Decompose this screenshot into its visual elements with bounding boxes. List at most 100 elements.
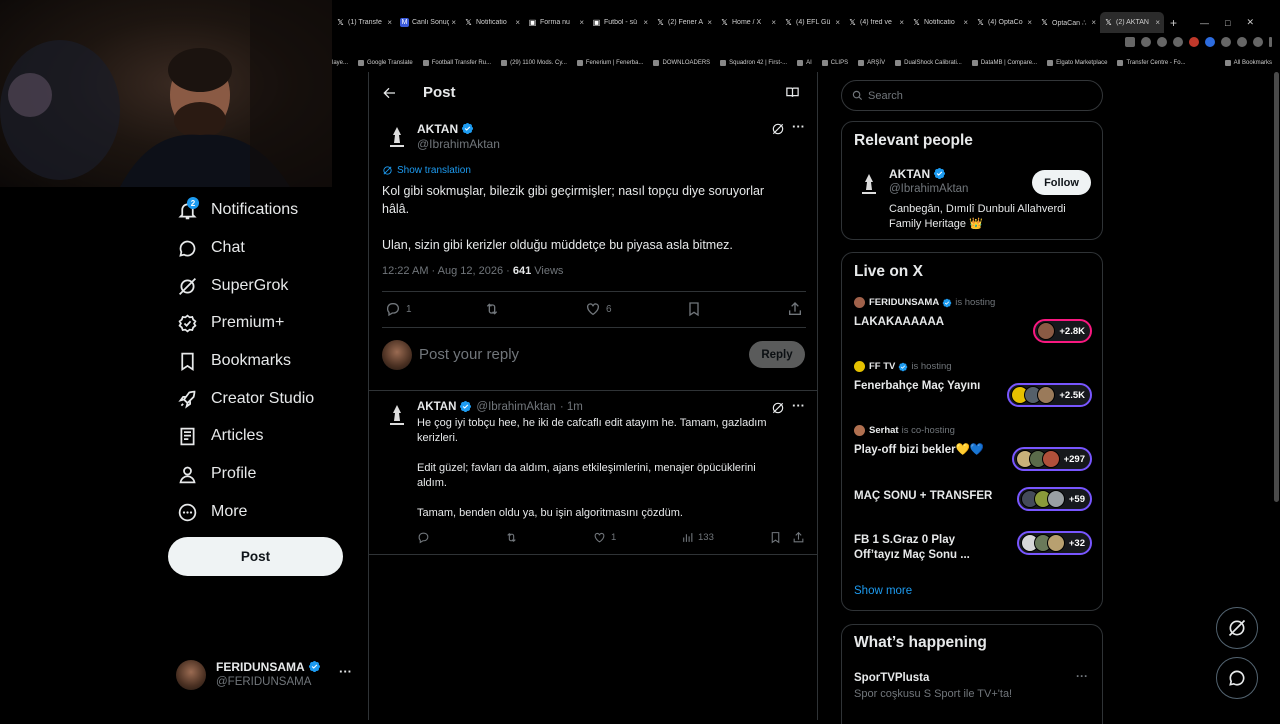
close-tab-icon[interactable]: × bbox=[1091, 18, 1096, 27]
reply-bookmark-action[interactable] bbox=[769, 531, 782, 544]
nav-item-articles[interactable]: Articles bbox=[176, 421, 263, 451]
reply-more-icon[interactable]: ··· bbox=[792, 398, 805, 413]
live-item[interactable]: FERIDUNSAMA is hosting LAKAKAAAAAA +2.8K bbox=[854, 297, 1092, 343]
live-listeners-pill[interactable]: +2.8K bbox=[1033, 319, 1092, 343]
nav-item-more[interactable]: More bbox=[176, 497, 247, 527]
reply-author-handle[interactable]: @IbrahimAktan bbox=[476, 401, 555, 413]
bookmark-item[interactable]: Fenerium | Fenerba... bbox=[576, 60, 643, 66]
reply-reply-action[interactable] bbox=[417, 531, 430, 544]
nav-item-premium[interactable]: Premium+ bbox=[176, 308, 284, 338]
close-tab-icon[interactable]: × bbox=[387, 18, 392, 27]
live-item[interactable]: FF TV is hosting Fenerbahçe Maç Yayını +2.5… bbox=[854, 361, 1092, 407]
live-item[interactable]: Serhat is co-hosting Play-off bizi bekler💛… bbox=[854, 425, 1092, 471]
live-item[interactable]: FB 1 S.Graz 0 Play Off’tayız Maç Sonu ...… bbox=[854, 531, 1092, 573]
new-tab-button[interactable]: + bbox=[1170, 16, 1177, 30]
bookmark-item[interactable]: All Bookmarks bbox=[1224, 60, 1280, 66]
bookmark-item[interactable]: Elgato Marketplace bbox=[1047, 60, 1107, 66]
post-more-icon[interactable]: ··· bbox=[792, 119, 805, 134]
grok-fab-button[interactable] bbox=[1216, 607, 1258, 649]
reply-views-action[interactable]: 133 bbox=[681, 531, 714, 544]
browser-tab[interactable]: M Canlı Sonuç × bbox=[396, 12, 460, 33]
reply-share-action[interactable] bbox=[792, 531, 805, 544]
bookmark-item[interactable]: laye... bbox=[332, 60, 348, 66]
zoom-icon[interactable] bbox=[1141, 37, 1151, 47]
browser-tab[interactable]: 𝕏 (4) EFL Gü × bbox=[780, 12, 844, 33]
post-author-avatar[interactable] bbox=[382, 122, 412, 152]
nav-item-bookmarks[interactable]: Bookmarks bbox=[176, 346, 291, 376]
bookmark-item[interactable]: Transfer Centre - Fo... bbox=[1117, 60, 1186, 66]
reply-input[interactable]: Post your reply bbox=[419, 346, 519, 363]
bookmark-item[interactable]: AI bbox=[797, 60, 812, 66]
reply-time[interactable]: · 1m bbox=[560, 401, 583, 413]
messages-fab-button[interactable] bbox=[1216, 657, 1258, 699]
nav-item-creator-studio[interactable]: Creator Studio bbox=[176, 384, 314, 414]
reply-author-name[interactable]: AKTAN bbox=[417, 401, 456, 413]
browser-tab[interactable]: 𝕏 (2) Fener A × bbox=[652, 12, 716, 33]
follow-button[interactable]: Follow bbox=[1032, 170, 1091, 195]
search-input[interactable]: Search bbox=[841, 80, 1103, 111]
repost-action[interactable] bbox=[484, 301, 500, 317]
reply-like-action[interactable]: 1 bbox=[593, 531, 616, 544]
close-window-button[interactable]: ✕ bbox=[1246, 17, 1254, 28]
extension-icon[interactable] bbox=[1125, 37, 1135, 47]
close-tab-icon[interactable]: × bbox=[1155, 18, 1160, 27]
menu-icon[interactable] bbox=[1269, 37, 1272, 47]
back-arrow-icon[interactable] bbox=[381, 85, 397, 101]
post-button[interactable]: Post bbox=[168, 537, 343, 576]
browser-tab[interactable]: 𝕏 Notificatio × bbox=[908, 12, 972, 33]
live-listeners-pill[interactable]: +297 bbox=[1011, 447, 1092, 471]
reader-mode-icon[interactable] bbox=[785, 85, 800, 100]
browser-tab[interactable]: 𝕏 (4) OptaCo × bbox=[972, 12, 1036, 33]
minimize-window-button[interactable]: — bbox=[1200, 18, 1209, 28]
browser-tab[interactable]: 𝕏 Home / X × bbox=[716, 12, 780, 33]
share-icon[interactable] bbox=[1157, 37, 1167, 47]
browser-tab[interactable]: 𝕏 OptaCan ∴ × bbox=[1036, 12, 1100, 33]
bookmark-item[interactable]: CLIPS bbox=[821, 60, 848, 66]
close-tab-icon[interactable]: × bbox=[963, 18, 968, 27]
page-scrollbar[interactable] bbox=[1274, 72, 1279, 502]
close-tab-icon[interactable]: × bbox=[1027, 18, 1032, 27]
puzzle-icon[interactable] bbox=[1253, 37, 1263, 47]
extension-icon[interactable] bbox=[1189, 37, 1199, 47]
bookmark-item[interactable]: DOWNLOADERS bbox=[653, 60, 710, 66]
bookmark-item[interactable]: (29) 1100 Mods. Cy... bbox=[501, 60, 567, 66]
bookmark-item[interactable]: DataMB | Compare... bbox=[971, 60, 1037, 66]
account-menu-icon[interactable]: ··· bbox=[339, 664, 352, 679]
trend-more-icon[interactable]: ··· bbox=[1076, 669, 1088, 683]
show-more-link[interactable]: Show more bbox=[854, 585, 912, 597]
post-author-name[interactable]: AKTAN bbox=[417, 122, 474, 136]
post-author-handle[interactable]: @IbrahimAktan bbox=[417, 137, 500, 151]
close-tab-icon[interactable]: × bbox=[451, 18, 456, 27]
browser-tab[interactable]: 𝕏 (4) fred ve × bbox=[844, 12, 908, 33]
maximize-window-button[interactable]: □ bbox=[1225, 18, 1230, 28]
relevant-person-handle[interactable]: @IbrahimAktan bbox=[889, 183, 968, 195]
live-item[interactable]: MAÇ SONU + TRANSFER +59 bbox=[854, 487, 1092, 529]
bookmark-action[interactable] bbox=[686, 301, 702, 317]
close-tab-icon[interactable]: × bbox=[771, 18, 776, 27]
like-action[interactable]: 6 bbox=[585, 301, 612, 317]
show-translation-link[interactable]: Show translation bbox=[382, 165, 471, 176]
close-tab-icon[interactable]: × bbox=[835, 18, 840, 27]
relevant-person-avatar[interactable] bbox=[854, 169, 884, 199]
post-timestamp[interactable]: 12:22 AM · Aug 12, 2026 · bbox=[382, 265, 513, 277]
relevant-person-name[interactable]: AKTAN bbox=[889, 167, 946, 181]
live-listeners-pill[interactable]: +32 bbox=[1016, 531, 1092, 555]
browser-tab[interactable]: ▣ Forma nu × bbox=[524, 12, 588, 33]
close-tab-icon[interactable]: × bbox=[899, 18, 904, 27]
extension-icon[interactable] bbox=[1205, 37, 1215, 47]
browser-tab[interactable]: 𝕏 (1) Transfe × bbox=[332, 12, 396, 33]
bookmark-item[interactable]: Squadron 42 | First-... bbox=[720, 60, 787, 66]
share-action[interactable] bbox=[787, 301, 803, 317]
browser-tab[interactable]: ▣ Futbol - sü × bbox=[588, 12, 652, 33]
close-tab-icon[interactable]: × bbox=[707, 18, 712, 27]
bookmark-item[interactable]: DualShock Calibrati... bbox=[895, 60, 962, 66]
bookmark-item[interactable]: Football Transfer Ru... bbox=[422, 60, 491, 66]
bookmark-item[interactable]: ARŞİV bbox=[858, 60, 885, 66]
reply-button[interactable]: Reply bbox=[749, 341, 805, 368]
reply-action[interactable]: 1 bbox=[385, 301, 412, 317]
account-switcher[interactable]: FERIDUNSAMA @FERIDUNSAMA ··· bbox=[176, 657, 356, 693]
extension-icon[interactable] bbox=[1237, 37, 1247, 47]
nav-item-supergrok[interactable]: SuperGrok bbox=[176, 271, 288, 301]
nav-item-profile[interactable]: Profile bbox=[176, 459, 256, 489]
nav-item-chat[interactable]: Chat bbox=[176, 233, 245, 263]
